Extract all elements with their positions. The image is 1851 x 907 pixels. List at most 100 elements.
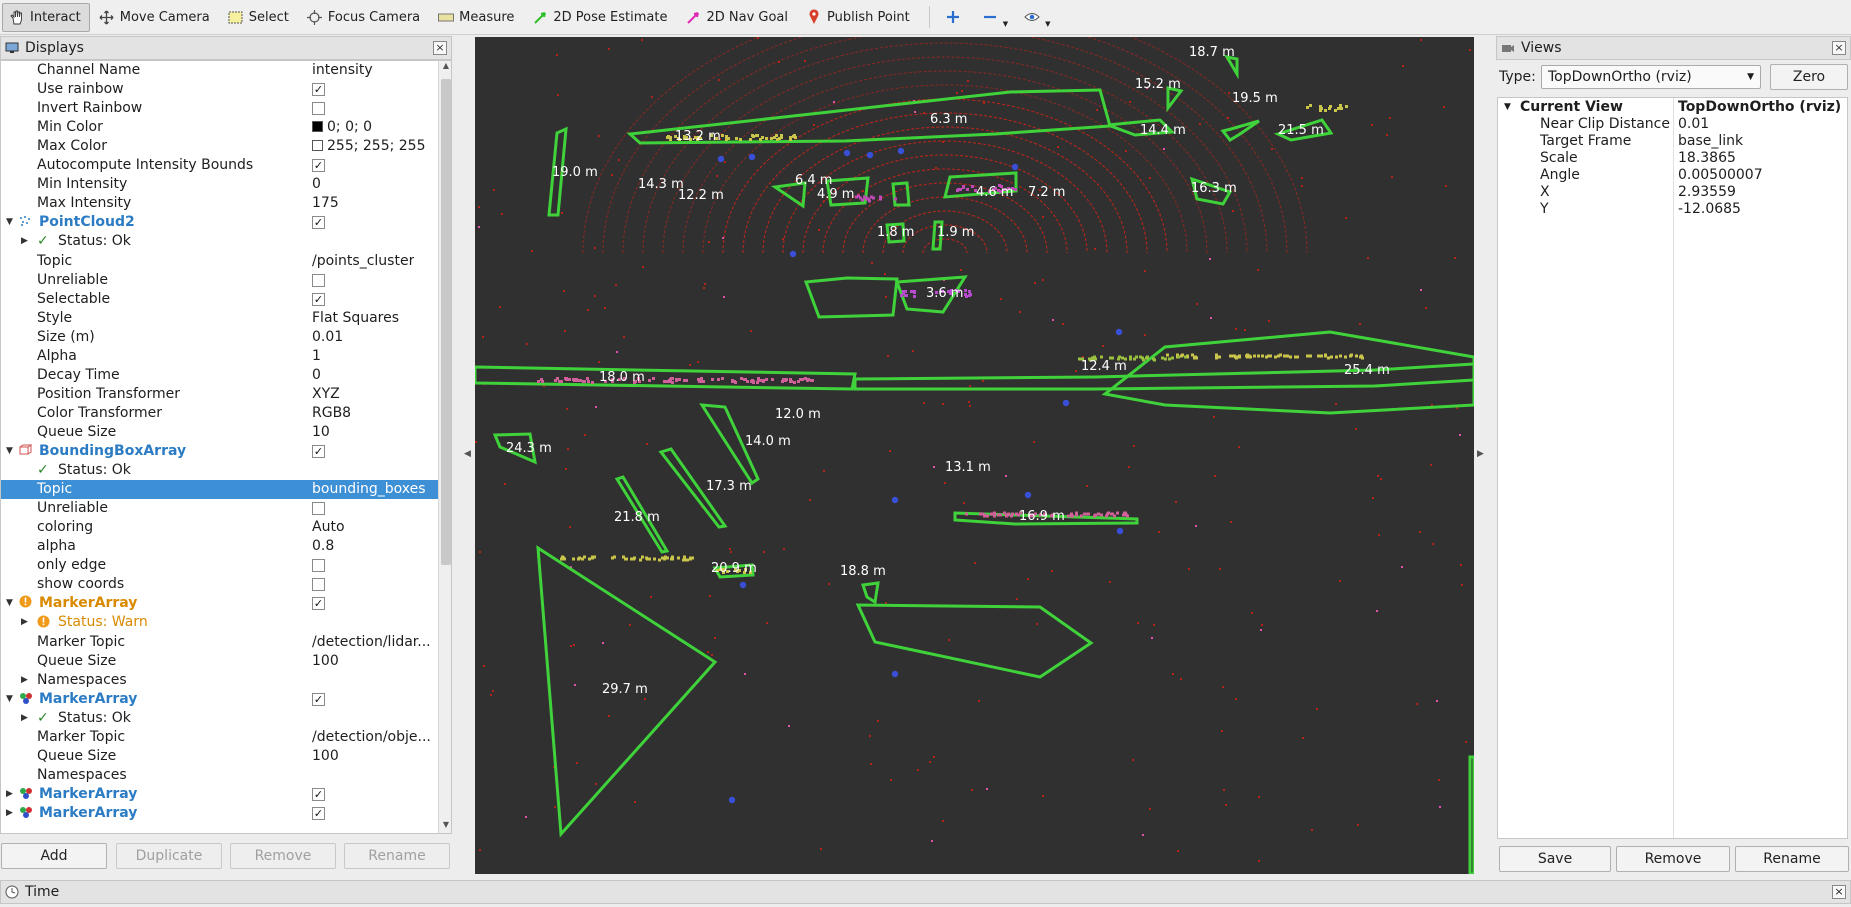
view-property-row[interactable]: Scale 18.3865 [1498, 150, 1849, 167]
collapse-triangle-icon[interactable]: ▶ [6, 804, 13, 823]
collapse-left-icon[interactable]: ◀ [464, 449, 471, 459]
rename-display-button[interactable]: Rename [344, 843, 450, 869]
property-value[interactable]: XYZ [312, 385, 340, 404]
collapse-triangle-icon[interactable]: ▶ [21, 709, 28, 728]
display-property-row[interactable]: Marker Topic/detection/obje... [1, 728, 438, 747]
property-value[interactable]: 10 [312, 423, 330, 442]
checkbox[interactable]: ✓ [312, 788, 325, 801]
display-group-row[interactable]: ▼ MarkerArray ✓ [1, 690, 438, 709]
property-value[interactable]: /detection/obje... [312, 728, 431, 747]
view-property-row[interactable]: X 2.93559 [1498, 184, 1849, 201]
display-property-row[interactable]: Marker Topic/detection/lidar... [1, 633, 438, 652]
property-value[interactable]: /points_cluster [312, 252, 414, 271]
save-view-button[interactable]: Save [1499, 846, 1611, 872]
tool-publish-point[interactable]: Publish Point [799, 3, 919, 32]
property-value[interactable]: 0.01 [312, 328, 343, 347]
display-group-row[interactable]: ▼ MarkerArray ✓ [1, 594, 438, 613]
property-value[interactable]: 1 [312, 347, 321, 366]
tool-interact[interactable]: Interact [2, 2, 90, 32]
checkbox[interactable]: ✓ [312, 445, 325, 458]
expand-triangle-icon[interactable]: ▼ [6, 213, 13, 232]
tool-move-camera[interactable]: Move Camera [92, 3, 219, 32]
display-group-row[interactable]: ▼ BoundingBoxArray ✓ [1, 442, 438, 461]
expand-triangle-icon[interactable]: ▼ [6, 594, 13, 613]
checkbox[interactable] [312, 102, 325, 115]
display-group-row[interactable]: ▶ MarkerArray ✓ [1, 785, 438, 804]
property-value[interactable]: /detection/lidar... [312, 633, 431, 652]
close-time-button[interactable]: × [1832, 885, 1846, 899]
tool-select[interactable]: Select [221, 3, 298, 32]
current-view-row[interactable]: ▼ Current View TopDownOrtho (rviz) [1498, 99, 1849, 116]
add-display-button[interactable]: Add [1, 843, 107, 869]
display-property-row[interactable]: ✓ Status: Ok [1, 461, 438, 480]
expand-triangle-icon[interactable]: ▼ [6, 690, 13, 709]
display-property-row[interactable]: Unreliable [1, 271, 438, 290]
display-property-row[interactable]: ▶ ✓ Status: Ok [1, 709, 438, 728]
property-value[interactable]: bounding_boxes [312, 480, 426, 499]
view-property-value[interactable]: 0.00500007 [1678, 167, 1763, 184]
display-property-row[interactable]: Queue Size 10 [1, 423, 438, 442]
display-property-row[interactable]: alpha 0.8 [1, 537, 438, 556]
checkbox[interactable]: ✓ [312, 807, 325, 820]
collapse-triangle-icon[interactable]: ▶ [21, 671, 28, 690]
add-tool-button[interactable] [938, 3, 973, 32]
display-property-row[interactable]: coloring Auto [1, 518, 438, 537]
property-value[interactable]: 175 [312, 194, 339, 213]
view-property-row[interactable]: Angle 0.00500007 [1498, 167, 1849, 184]
display-property-row[interactable]: Alpha 1 [1, 347, 438, 366]
checkbox[interactable] [312, 274, 325, 287]
display-property-row[interactable]: Namespaces [1, 766, 438, 785]
display-property-row[interactable]: Autocompute Intensity Bounds ✓ [1, 156, 438, 175]
checkbox[interactable] [312, 559, 325, 572]
collapse-triangle-icon[interactable]: ▶ [6, 785, 13, 804]
scrollbar-thumb[interactable] [441, 79, 451, 565]
scroll-down-icon[interactable]: ▼ [439, 820, 451, 833]
property-value[interactable]: RGB8 [312, 404, 351, 423]
property-value[interactable]: 0.8 [312, 537, 334, 556]
collapse-triangle-icon[interactable]: ▶ [21, 232, 28, 251]
view-property-row[interactable]: Near Clip Distance 0.01 [1498, 116, 1849, 133]
property-value[interactable]: Flat Squares [312, 309, 399, 328]
display-property-row[interactable]: Min Intensity 0 [1, 175, 438, 194]
rename-view-button[interactable]: Rename [1735, 846, 1849, 872]
duplicate-display-button[interactable]: Duplicate [116, 843, 222, 869]
remove-view-button[interactable]: Remove [1616, 846, 1730, 872]
display-property-row[interactable]: Max Color 255; 255; 255 [1, 137, 438, 156]
display-property-row[interactable]: Decay Time 0 [1, 366, 438, 385]
display-property-row[interactable]: Color Transformer RGB8 [1, 404, 438, 423]
checkbox[interactable] [312, 502, 325, 515]
display-property-row[interactable]: Max Intensity 175 [1, 194, 438, 213]
display-property-row[interactable]: ▶ ✓ Status: Ok [1, 232, 438, 251]
display-property-row[interactable]: Channel Name intensity [1, 61, 438, 80]
displays-scrollbar[interactable]: ▲ ▼ [438, 61, 451, 833]
display-property-row[interactable]: Topic/points_cluster [1, 252, 438, 271]
display-property-row[interactable]: Use rainbow ✓ [1, 80, 438, 99]
view-property-value[interactable]: -12.0685 [1678, 201, 1741, 218]
property-value[interactable]: intensity [312, 61, 373, 80]
remove-tool-button[interactable]: ▼ [975, 3, 1015, 32]
property-value[interactable]: Auto [312, 518, 345, 537]
display-group-row[interactable]: ▶ MarkerArray ✓ [1, 804, 438, 823]
zero-view-button[interactable]: Zero [1770, 64, 1848, 90]
close-views-button[interactable]: × [1832, 41, 1846, 55]
display-property-row[interactable]: Queue Size 100 [1, 747, 438, 766]
display-property-row[interactable]: Size (m) 0.01 [1, 328, 438, 347]
color-value[interactable]: 0; 0; 0 [312, 118, 372, 137]
display-property-row[interactable]: Unreliable [1, 499, 438, 518]
color-value[interactable]: 255; 255; 255 [312, 137, 426, 156]
display-property-row[interactable]: Topic bounding_boxes [1, 480, 438, 499]
view-property-value[interactable]: 18.3865 [1678, 150, 1736, 167]
view-type-select[interactable]: TopDownOrtho (rviz) ▼ [1541, 65, 1761, 89]
view-property-value[interactable]: 2.93559 [1678, 184, 1736, 201]
view-property-row[interactable]: Target Frame base_link [1498, 133, 1849, 150]
display-property-row[interactable]: ▶ Status: Warn [1, 613, 438, 632]
display-property-row[interactable]: only edge [1, 556, 438, 575]
checkbox[interactable]: ✓ [312, 216, 325, 229]
property-value[interactable]: 0 [312, 366, 321, 385]
scroll-up-icon[interactable]: ▲ [439, 61, 451, 75]
tool-focus-camera[interactable]: Focus Camera [300, 3, 429, 32]
remove-display-button[interactable]: Remove [230, 843, 336, 869]
property-value[interactable]: 0 [312, 175, 321, 194]
expand-triangle-icon[interactable]: ▼ [6, 442, 13, 461]
view-property-row[interactable]: Y -12.0685 [1498, 201, 1849, 218]
